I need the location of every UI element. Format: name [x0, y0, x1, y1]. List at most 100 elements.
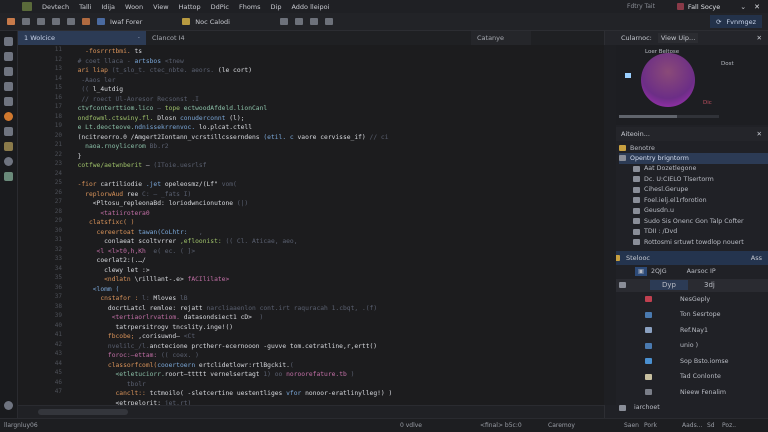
edit-icon[interactable] [294, 18, 303, 25]
menu-item[interactable]: Addo lleipoi [291, 3, 329, 11]
outline-count: 3dj [703, 281, 715, 289]
explorer-item[interactable]: Sudo Sis Onenc Gon Talp Cofter [619, 216, 768, 227]
horizontal-scrollbar[interactable] [18, 405, 604, 418]
search-input[interactable]: Stelooc [626, 254, 650, 262]
menu-item[interactable]: Hattop [179, 3, 201, 11]
outline-item[interactable]: Nieew Fenalim [605, 385, 768, 401]
menu-item[interactable]: Talli [79, 3, 91, 11]
handle-icon[interactable] [625, 73, 631, 78]
search-filter-row: ▣ 2QJG Aarsoc IP [605, 265, 768, 279]
tab-second[interactable]: Clancot I4 [146, 31, 221, 45]
preview-canvas[interactable]: Loer Beltose Dost Dic [605, 45, 768, 125]
menu-item[interactable]: Devtech [42, 3, 69, 11]
status-item-1[interactable]: Saen [624, 422, 639, 429]
tab-close-icon[interactable]: · [138, 34, 140, 42]
explorer-item[interactable]: Rottosmi srtuwt towdlop nouert [619, 237, 768, 248]
status-item-2[interactable]: Pork [644, 422, 657, 429]
pen-icon[interactable] [4, 97, 13, 106]
status-item-3[interactable]: Aads... [682, 422, 702, 429]
outline-item[interactable]: unio ) [605, 338, 768, 354]
scroll-thumb[interactable] [38, 409, 128, 415]
close-icon[interactable]: ✕ [754, 3, 760, 11]
code-line: -fosrrrtbmi. ts [70, 47, 604, 57]
explorer-section[interactable]: Benotre [619, 143, 768, 153]
run-config-select[interactable]: Iwaf Forer [110, 18, 142, 26]
filter-field[interactable]: Aarsoc IP [687, 268, 716, 275]
plugin-icon[interactable] [4, 112, 13, 121]
code-editor[interactable]: -fosrrrtbmi. ts # coet llaca - artsbos <… [70, 45, 604, 405]
vcs-icon[interactable] [279, 18, 288, 25]
tab-preview-2[interactable]: View Uip... [657, 33, 699, 43]
panel-close-icon[interactable]: ✕ [757, 34, 762, 42]
menu-item[interactable]: Dip [271, 3, 282, 11]
code-line: (( l_4utdig [70, 85, 604, 95]
explorer-item[interactable]: Dc. U:CIELO Tlsertorm [619, 174, 768, 185]
database-icon[interactable] [4, 67, 13, 76]
structure-icon[interactable] [4, 52, 13, 61]
year-field[interactable]: 2QJG [651, 268, 667, 275]
files-icon[interactable] [4, 37, 13, 46]
status-encoding[interactable]: Caremoy [548, 422, 575, 429]
menu-item[interactable]: Idija [101, 3, 115, 11]
image-icon[interactable] [4, 142, 13, 151]
minimize-icon[interactable]: ⌄ [740, 3, 746, 11]
tab-third[interactable]: Catanye [471, 31, 531, 45]
code-token: fbcobe; [107, 333, 139, 340]
code-token: tawan(CoLhtr: [138, 228, 192, 236]
menu-item[interactable]: Woon [125, 3, 143, 11]
explorer-item[interactable]: TDII : /Dvd [619, 227, 768, 238]
preview-slider[interactable] [619, 115, 719, 118]
menu-item[interactable]: DdPic [211, 3, 229, 11]
account-icon[interactable] [4, 401, 13, 410]
explorer-close-icon[interactable]: ✕ [757, 130, 762, 138]
status-branch[interactable]: llargnluy06 [4, 422, 38, 429]
chart-icon[interactable] [4, 127, 13, 136]
branch-select[interactable]: Noc Calodi [195, 18, 230, 26]
menu-item[interactable]: Fhoms [239, 3, 261, 11]
outline-item[interactable]: Ton Sesrtope [605, 307, 768, 323]
code-token: artsbos [134, 57, 165, 65]
back-icon[interactable] [37, 18, 45, 25]
profile-button[interactable]: Fall Socye [688, 3, 720, 11]
explorer-item[interactable]: Foel.ielj.el1rforotion [619, 195, 768, 206]
filter-icon[interactable]: ▣ [635, 267, 647, 276]
save-icon[interactable] [324, 18, 333, 25]
terminal-icon[interactable] [4, 172, 13, 181]
outline-item[interactable]: Ref.Nay1 [605, 323, 768, 339]
code-token: (|) [236, 200, 249, 207]
line-number: 41 [54, 331, 62, 338]
list-icon[interactable] [309, 18, 318, 25]
outline-item[interactable]: iarchoet [605, 400, 768, 416]
outline-item[interactable]: NesGeply [605, 292, 768, 308]
settings-icon[interactable] [22, 18, 30, 25]
explorer-item[interactable]: Geusdn.u [619, 206, 768, 217]
status-item-5[interactable]: Poz.. [722, 422, 736, 429]
match-case-toggle[interactable]: Ass [751, 254, 762, 262]
globe-icon[interactable] [4, 157, 13, 166]
code-token: ndnissekrrenvoc. [134, 124, 196, 131]
tab-preview-1[interactable]: Cularnoc: [621, 34, 652, 42]
menu-item[interactable]: View [153, 3, 168, 11]
explorer-item[interactable]: Aat Dozetlegone [619, 164, 768, 175]
line-number: 37 [54, 293, 62, 300]
forward-icon[interactable] [52, 18, 60, 25]
bug-icon[interactable] [82, 18, 90, 25]
outline-item[interactable]: Sop Bsto.iomse [605, 354, 768, 370]
explorer-item[interactable]: Cihesl.Gerupe [619, 185, 768, 196]
status-position[interactable]: <final> b5c:0 [480, 422, 522, 429]
line-number: 21 [54, 141, 62, 148]
outline-tab[interactable]: Dyp [650, 280, 688, 290]
code-token: tope [164, 105, 184, 112]
tab-welcome[interactable]: 1 Wolcice · [18, 31, 146, 45]
status-warnings[interactable]: 0 vdlve [400, 422, 422, 429]
build-icon[interactable] [97, 18, 105, 25]
run-icon[interactable] [7, 18, 15, 25]
grid-icon[interactable] [4, 82, 13, 91]
changes-button[interactable]: ⟳ Fvnmgez [709, 15, 762, 28]
status-item-4[interactable]: Sd [707, 422, 715, 429]
outline-item[interactable]: Tad Conlonte [605, 369, 768, 385]
folder-icon[interactable] [67, 18, 75, 25]
explorer-item[interactable]: Opentry brigntorm [619, 153, 768, 164]
profile-check-icon [676, 3, 684, 10]
